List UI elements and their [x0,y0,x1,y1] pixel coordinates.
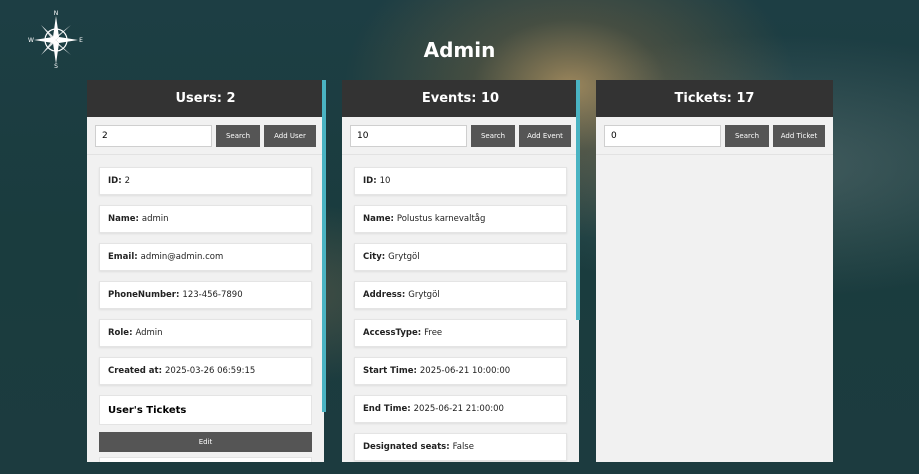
edit-user-button[interactable]: Edit [99,432,312,452]
svg-text:S: S [54,63,58,68]
event-field-city: City: Grytgöl [354,243,567,271]
users-toolbar: Search Add User [87,117,324,155]
user-details: ID: 2 Name: admin Email: admin@admin.com Ph… [87,155,324,385]
add-event-button[interactable]: Add Event [519,124,571,147]
event-field-start-time: Start Time: 2025-06-21 10:00:00 [354,357,567,385]
users-search-button[interactable]: Search [216,124,260,147]
tickets-panel: Tickets: 17 Search Add Ticket [596,80,833,462]
events-header: Events: 10 [342,80,579,117]
events-toolbar: Search Add Event [342,117,579,155]
events-panel: Events: 10 Search Add Event ID:10 Name:P… [342,80,579,462]
add-ticket-button[interactable]: Add Ticket [773,124,825,147]
users-search-input[interactable] [95,124,212,147]
user-field-name: Name: admin [99,205,312,233]
tickets-toolbar: Search Add Ticket [596,117,833,155]
users-header: Users: 2 [87,80,324,117]
users-tickets-heading: User's Tickets [99,395,312,425]
event-field-name: Name: Polustus karnevaltåg [354,205,567,233]
event-field-end-time: End Time: 2025-06-21 21:00:00 [354,395,567,423]
event-field-designated-seats: Designated seats: False [354,433,567,461]
events-scrollbar[interactable] [576,80,580,320]
svg-text:N: N [54,10,59,17]
users-scrollbar[interactable] [322,80,326,412]
tickets-search-button[interactable]: Search [725,124,769,147]
user-field-email: Email: admin@admin.com [99,243,312,271]
event-details: ID: 10 Name: Polustus karnevaltåg City: Gry… [342,155,579,461]
card [99,457,312,462]
user-field-id: ID: 2 [99,167,312,195]
user-field-role: Role: Admin [99,319,312,347]
add-user-button[interactable]: Add User [264,124,316,147]
event-field-id: ID: 10 [354,167,567,195]
tickets-header: Tickets: 17 [596,80,833,117]
tickets-search-input[interactable] [604,124,721,147]
event-field-access-type: AccessType: Free [354,319,567,347]
user-field-phone: PhoneNumber: 123-456-7890 [99,281,312,309]
users-panel: Users: 2 Search Add User ID:2 Name:admin… [87,80,324,462]
events-search-input[interactable] [350,124,467,147]
event-field-address: Address: Grytgöl [354,281,567,309]
user-field-created: Created at: 2025-03-26 06:59:15 [99,357,312,385]
events-search-button[interactable]: Search [471,124,515,147]
page-title: Admin [423,38,496,62]
